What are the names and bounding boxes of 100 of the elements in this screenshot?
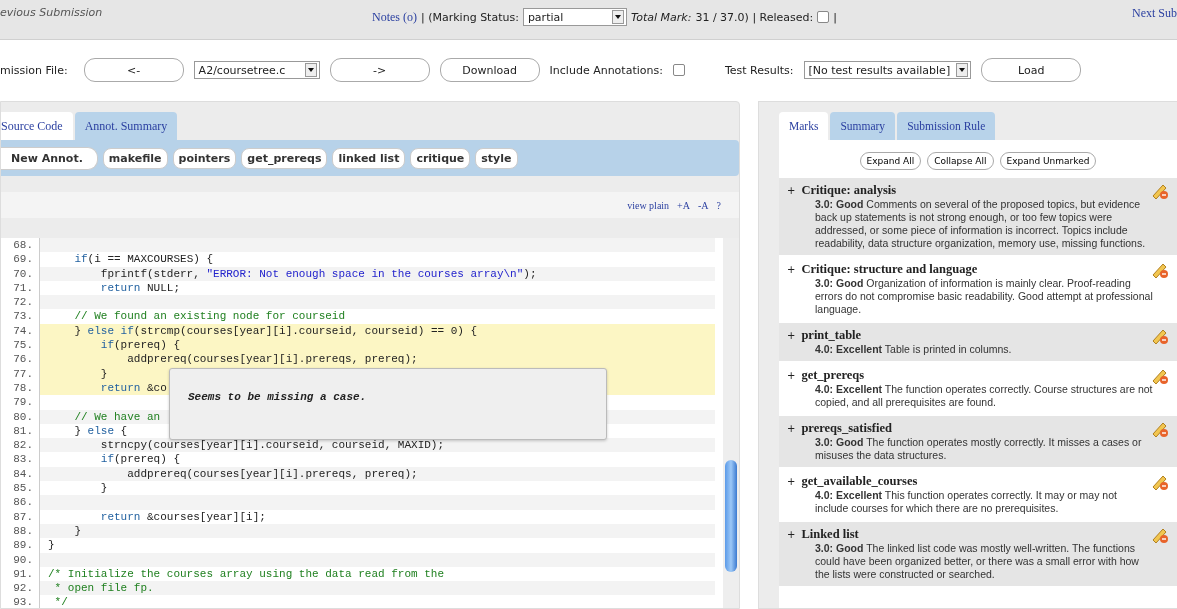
previous-file-button[interactable]: <- xyxy=(83,58,184,82)
code-line: } xyxy=(39,538,715,553)
line-number: 85. xyxy=(12,481,34,496)
annotation-category-button[interactable]: get_prereqs xyxy=(241,147,328,169)
tab[interactable]: Marks xyxy=(779,112,829,140)
next-file-button[interactable]: -> xyxy=(329,58,430,82)
pencil-icon[interactable] xyxy=(1151,261,1169,279)
tab[interactable]: Source Code xyxy=(1,112,73,140)
criterion-title: print_table xyxy=(801,328,862,343)
tab[interactable]: Summary xyxy=(830,112,896,140)
line-number: 74. xyxy=(12,323,34,339)
annotation-tooltip: Seems to be missing a case. xyxy=(169,368,607,440)
view-option-link[interactable]: view plain xyxy=(627,199,670,211)
expand-toggle[interactable]: + xyxy=(787,370,796,381)
criterion-description: 4.0: Excellent The function operates correctly. Course structures are not copied, and all prerequisites are found. xyxy=(814,383,1153,409)
tab[interactable]: Annot. Summary xyxy=(74,112,178,140)
line-number: 92. xyxy=(12,581,34,596)
total-mark-label: Total Mark: xyxy=(630,10,692,24)
expand-option-button[interactable]: Expand Unmarked xyxy=(999,152,1097,170)
dropdown-caret-icon xyxy=(304,63,317,77)
code-line: return &courses[year][i]; xyxy=(39,509,715,524)
annotation-category-button[interactable]: style xyxy=(475,147,518,169)
expand-toggle[interactable]: + xyxy=(787,529,796,540)
expand-toggle[interactable]: + xyxy=(787,264,796,275)
dropdown-caret-icon xyxy=(956,63,969,77)
line-number: 78. xyxy=(12,380,34,396)
criterion-title: Critique: structure and language xyxy=(801,262,978,277)
criterion-title: get_available_courses xyxy=(801,474,918,489)
scrollbar-track[interactable] xyxy=(723,238,739,608)
line-number: 87. xyxy=(12,509,34,524)
scrollbar-thumb[interactable] xyxy=(725,460,737,572)
expand-toggle[interactable]: + xyxy=(787,185,796,196)
line-number: 88. xyxy=(12,523,34,539)
code-line: if(i == MAXCOURSES) { xyxy=(39,252,715,267)
total-mark-value: 31 / 37.0) | Released: xyxy=(695,10,814,24)
tab[interactable]: Submission Rule xyxy=(897,112,996,140)
line-number: 93. xyxy=(12,595,34,608)
line-number: 70. xyxy=(12,266,34,281)
line-number: 75. xyxy=(12,338,34,353)
criterion-description: 3.0: Good The linked list code was mostly well-written. The functions could have been organized better, or there was a small error with how the lists were constructed or searched. xyxy=(814,542,1140,581)
pencil-icon[interactable] xyxy=(1151,420,1169,438)
line-number: 86. xyxy=(12,495,34,510)
criterion-description: 3.0: Good The function operates mostly correctly. It misses a cases or misuses the data structures. xyxy=(814,436,1143,462)
submission-file-label: mission File: xyxy=(0,63,68,77)
new-annotation-button[interactable]: New Annot. xyxy=(1,146,98,170)
view-option-link[interactable]: +A xyxy=(677,199,690,211)
pencil-icon[interactable] xyxy=(1151,473,1169,491)
dropdown-caret-icon xyxy=(611,10,624,24)
line-number: 69. xyxy=(12,252,34,267)
pencil-icon[interactable] xyxy=(1151,526,1169,544)
criterion-title: prereqs_satisfied xyxy=(801,421,892,436)
test-results-label: Test Results: xyxy=(724,63,794,77)
pencil-icon[interactable] xyxy=(1151,182,1169,200)
view-option-link[interactable]: -A xyxy=(698,199,709,211)
marking-status-label: | (Marking Status: xyxy=(421,10,519,24)
next-submission-link[interactable]: Next Sub xyxy=(1132,6,1177,21)
expand-option-button[interactable]: Expand All xyxy=(859,152,922,170)
annotation-category-button[interactable]: pointers xyxy=(172,147,237,169)
line-number: 73. xyxy=(12,309,34,324)
criterion-description: 4.0: Excellent This function operates correctly. It may or may not include courses for which there are no prerequisites. xyxy=(814,489,1118,515)
line-number: 83. xyxy=(12,452,34,467)
view-option-link[interactable]: ? xyxy=(716,199,721,211)
expand-toggle[interactable]: + xyxy=(787,423,796,434)
expand-option-button[interactable]: Collapse All xyxy=(927,152,994,170)
line-number: 71. xyxy=(12,280,34,296)
criterion-title: Critique: analysis xyxy=(801,183,897,198)
line-number: 81. xyxy=(12,423,34,439)
released-checkbox[interactable] xyxy=(817,11,830,23)
line-number: 82. xyxy=(12,438,34,453)
test-results-select[interactable]: [No test results available] xyxy=(803,61,972,79)
pencil-icon[interactable] xyxy=(1151,367,1169,385)
line-number: 91. xyxy=(12,566,34,582)
criterion-description: 4.0: Excellent Table is printed in columns. xyxy=(814,343,1013,356)
criterion-title: Linked list xyxy=(801,527,859,542)
line-number: 84. xyxy=(12,466,34,482)
expand-toggle[interactable]: + xyxy=(787,476,796,487)
line-number: 79. xyxy=(12,395,34,410)
annotation-category-button[interactable]: critique xyxy=(410,147,471,169)
separator-text: | xyxy=(833,10,837,24)
marking-status-select[interactable]: partial xyxy=(522,8,627,26)
line-number: 89. xyxy=(12,538,34,553)
include-annotations-label: Include Annotations: xyxy=(549,63,663,77)
file-select[interactable]: A2/coursetree.c xyxy=(193,61,320,79)
line-number: 68. xyxy=(12,238,34,253)
download-button[interactable]: Download xyxy=(439,58,540,82)
code-line: */ xyxy=(39,595,715,608)
line-number: 80. xyxy=(12,409,34,424)
annotation-category-button[interactable]: linked list xyxy=(332,147,406,169)
annotation-category-button[interactable]: makefile xyxy=(102,147,168,169)
line-number: 77. xyxy=(12,366,34,381)
line-number: 72. xyxy=(12,295,34,310)
previous-submission-link[interactable]: evious Submission xyxy=(0,6,103,19)
expand-toggle[interactable]: + xyxy=(787,330,796,341)
code-line: if(prereq) { xyxy=(39,452,715,467)
include-annotations-checkbox[interactable] xyxy=(672,64,685,76)
criterion-description: 3.0: Good Comments on several of the proposed topics, but evidence back up statements is not strong enough, or too few topics were addressed, or some piece of information is incorrect. Topics include readability, data structure organization, memory use, missing functions. xyxy=(814,198,1147,250)
load-button[interactable]: Load xyxy=(981,58,1082,82)
pencil-icon[interactable] xyxy=(1151,327,1169,345)
criterion-description: 3.0: Good Organization of information is mainly clear. Proof-reading errors do not compromise basic readability. Good attempt at professional language. xyxy=(814,277,1153,316)
notes-link[interactable]: Notes (o) xyxy=(372,9,417,25)
